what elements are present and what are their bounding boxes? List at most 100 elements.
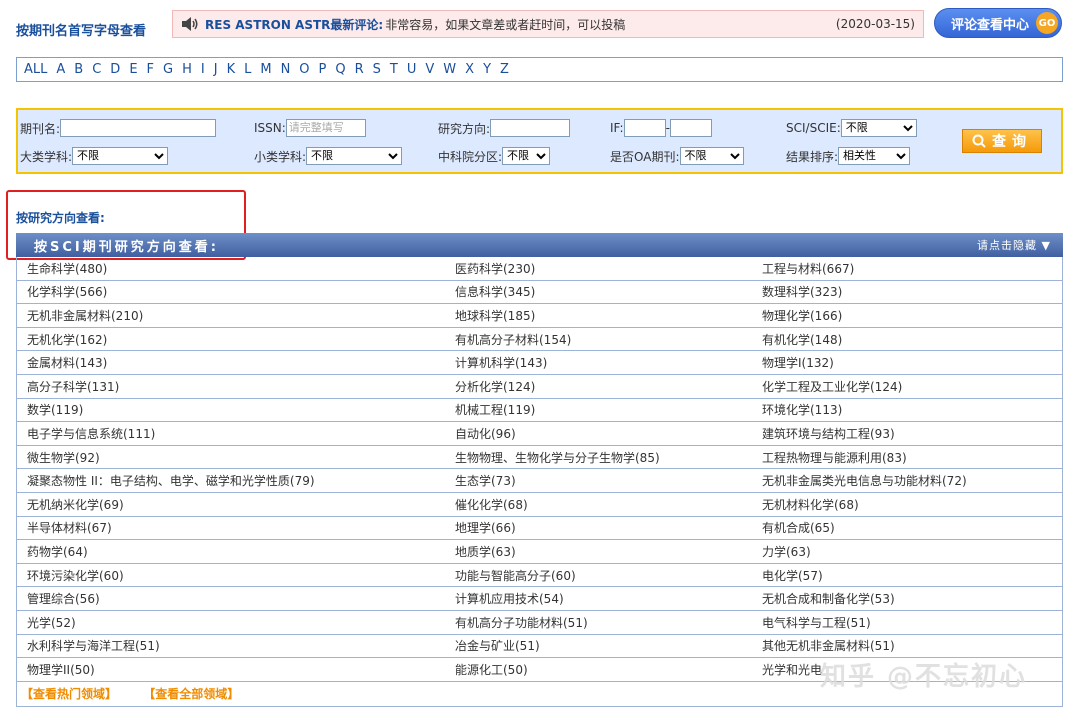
direction-link[interactable]: 无机纳米化学(69) <box>27 496 124 513</box>
alphabet-link-w[interactable]: W <box>443 62 456 77</box>
direction-link[interactable]: 电化学(57) <box>762 567 823 584</box>
oa-select[interactable]: 不限 <box>679 147 744 165</box>
direction-link[interactable]: 功能与智能高分子(60) <box>455 567 576 584</box>
direction-link[interactable]: 物理学I(132) <box>762 354 834 371</box>
alphabet-link-all[interactable]: ALL <box>24 62 47 77</box>
alphabet-link-s[interactable]: S <box>373 62 381 77</box>
direction-link[interactable]: 催化化学(68) <box>455 496 528 513</box>
major-subject-select[interactable]: 不限 <box>72 147 169 165</box>
direction-link[interactable]: 有机化学(148) <box>762 331 842 348</box>
direction-link[interactable]: 药物学(64) <box>27 543 88 560</box>
latest-comment-notice[interactable]: RES ASTRON ASTR最新评论: 非常容易，如果文章差或者赶时间，可以投… <box>172 10 924 38</box>
review-center-button[interactable]: 评论查看中心 GO <box>934 8 1062 38</box>
alphabet-link-b[interactable]: B <box>74 62 83 77</box>
alphabet-link-g[interactable]: G <box>163 62 173 77</box>
direction-link[interactable]: 建筑环境与结构工程(93) <box>762 425 895 442</box>
direction-link[interactable]: 金属材料(143) <box>27 354 107 371</box>
if-max-input[interactable] <box>669 119 712 137</box>
alphabet-link-u[interactable]: U <box>407 62 417 77</box>
direction-link[interactable]: 能源化工(50) <box>455 661 528 678</box>
alphabet-link-n[interactable]: N <box>281 62 291 77</box>
alphabet-link-p[interactable]: P <box>319 62 327 77</box>
alphabet-link-o[interactable]: O <box>299 62 309 77</box>
alphabet-link-r[interactable]: R <box>355 62 364 77</box>
alphabet-link-z[interactable]: Z <box>500 62 509 77</box>
direction-link[interactable]: 光学(52) <box>27 614 76 631</box>
direction-link[interactable]: 其他无机非金属材料(51) <box>762 637 895 654</box>
direction-link[interactable]: 半导体材料(67) <box>27 519 112 536</box>
direction-link[interactable]: 水利科学与海洋工程(51) <box>27 637 160 654</box>
direction-link[interactable]: 有机高分子功能材料(51) <box>455 614 588 631</box>
alphabet-link-e[interactable]: E <box>129 62 137 77</box>
direction-link[interactable]: 物理化学(166) <box>762 307 842 324</box>
direction-link[interactable]: 高分子科学(131) <box>27 378 119 395</box>
direction-link[interactable]: 地理学(66) <box>455 519 516 536</box>
direction-link[interactable]: 地球科学(185) <box>455 307 535 324</box>
alphabet-link-c[interactable]: C <box>92 62 101 77</box>
direction-link[interactable]: 数学(119) <box>27 401 83 418</box>
alphabet-link-m[interactable]: M <box>260 62 271 77</box>
direction-link[interactable]: 微生物学(92) <box>27 449 100 466</box>
alphabet-link-a[interactable]: A <box>56 62 65 77</box>
all-fields-link[interactable]: 【查看全部领域】 <box>143 687 239 701</box>
alphabet-link-v[interactable]: V <box>425 62 434 77</box>
direction-link[interactable]: 计算机应用技术(54) <box>455 590 564 607</box>
direction-link[interactable]: 电子学与信息系统(111) <box>27 425 155 442</box>
direction-link[interactable]: 工程与材料(667) <box>762 260 854 277</box>
direction-link[interactable]: 有机高分子材料(154) <box>455 331 571 348</box>
direction-link[interactable]: 力学(63) <box>762 543 811 560</box>
alphabet-link-l[interactable]: L <box>244 62 251 77</box>
alphabet-link-q[interactable]: Q <box>335 62 345 77</box>
alphabet-link-t[interactable]: T <box>390 62 398 77</box>
direction-link[interactable]: 光学和光电 <box>762 661 822 678</box>
direction-link[interactable]: 无机非金属材料(210) <box>27 307 143 324</box>
direction-link[interactable]: 化学工程及工业化学(124) <box>762 378 902 395</box>
direction-link[interactable]: 凝聚态物性 II：电子结构、电学、磁学和光学性质(79) <box>27 472 315 489</box>
direction-link[interactable]: 化学科学(566) <box>27 283 107 300</box>
hide-toggle[interactable]: 请点击隐藏 ▼ <box>977 237 1051 253</box>
alphabet-link-x[interactable]: X <box>465 62 474 77</box>
hot-fields-link[interactable]: 【查看热门领域】 <box>21 687 117 701</box>
direction-link[interactable]: 医药科学(230) <box>455 260 535 277</box>
direction-link[interactable]: 自动化(96) <box>455 425 516 442</box>
table-row: 生命科学(480) 医药科学(230) 工程与材料(667) <box>17 257 1062 281</box>
direction-link[interactable]: 分析化学(124) <box>455 378 535 395</box>
direction-link[interactable]: 计算机科学(143) <box>455 354 547 371</box>
direction-link[interactable]: 信息科学(345) <box>455 283 535 300</box>
direction-link[interactable]: 管理综合(56) <box>27 590 100 607</box>
direction-link[interactable]: 生态学(73) <box>455 472 516 489</box>
direction-link[interactable]: 有机合成(65) <box>762 519 835 536</box>
search-button[interactable]: 查询 <box>962 129 1042 153</box>
alphabet-link-j[interactable]: J <box>214 62 218 77</box>
direction-link[interactable]: 地质学(63) <box>455 543 516 560</box>
alphabet-link-i[interactable]: I <box>201 62 205 77</box>
notice-author[interactable]: RES ASTRON ASTR最新评论: <box>205 16 383 33</box>
research-direction-input[interactable] <box>490 119 571 137</box>
issn-input[interactable] <box>285 119 366 137</box>
minor-subject-select[interactable]: 不限 <box>306 147 403 165</box>
journal-name-input[interactable] <box>60 119 217 137</box>
alphabet-link-y[interactable]: Y <box>483 62 491 77</box>
cas-zone-select[interactable]: 不限 <box>502 147 551 165</box>
direction-link[interactable]: 生物物理、生物化学与分子生物学(85) <box>455 449 660 466</box>
direction-link[interactable]: 无机合成和制备化学(53) <box>762 590 895 607</box>
if-min-input[interactable] <box>623 119 666 137</box>
direction-link[interactable]: 环境化学(113) <box>762 401 842 418</box>
alphabet-link-h[interactable]: H <box>182 62 192 77</box>
alphabet-link-k[interactable]: K <box>227 62 236 77</box>
direction-link[interactable]: 电气科学与工程(51) <box>762 614 871 631</box>
sci-select[interactable]: 不限 <box>840 119 917 137</box>
direction-link[interactable]: 机械工程(119) <box>455 401 535 418</box>
alphabet-link-d[interactable]: D <box>110 62 120 77</box>
direction-link[interactable]: 无机材料化学(68) <box>762 496 859 513</box>
direction-link[interactable]: 生命科学(480) <box>27 260 107 277</box>
direction-link[interactable]: 数理科学(323) <box>762 283 842 300</box>
direction-link[interactable]: 工程热物理与能源利用(83) <box>762 449 907 466</box>
direction-link[interactable]: 冶金与矿业(51) <box>455 637 540 654</box>
direction-link[interactable]: 无机化学(162) <box>27 331 107 348</box>
sort-select[interactable]: 相关性 <box>838 147 911 165</box>
alphabet-link-f[interactable]: F <box>147 62 154 77</box>
direction-link[interactable]: 环境污染化学(60) <box>27 567 124 584</box>
direction-link[interactable]: 物理学II(50) <box>27 661 95 678</box>
direction-link[interactable]: 无机非金属类光电信息与功能材料(72) <box>762 472 967 489</box>
